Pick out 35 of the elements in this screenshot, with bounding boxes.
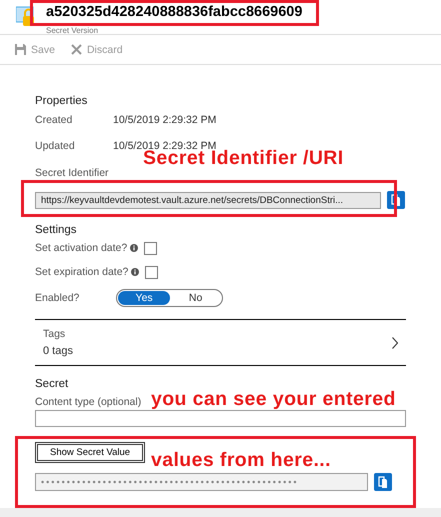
info-icon[interactable] <box>130 244 138 252</box>
tags-label: Tags <box>43 328 66 340</box>
checkbox[interactable] <box>144 242 158 254</box>
checkbox[interactable] <box>145 266 158 278</box>
field-label: Content type (optional) <box>35 396 142 408</box>
annotation-text: Secret Identifier /URI <box>143 149 344 168</box>
annotation-text: you can see your entered <box>151 390 396 410</box>
setting-label: Enabled? <box>35 292 80 304</box>
annotation-text: values from here... <box>151 451 331 470</box>
copy-button[interactable] <box>374 473 392 491</box>
tags-count: 0 tags <box>43 345 73 357</box>
chevron-right-icon <box>392 336 398 348</box>
section-heading: Properties <box>35 95 88 107</box>
copy-icon <box>378 476 388 488</box>
page-subtitle: Secret Version <box>46 26 98 35</box>
toggle-option[interactable]: No <box>170 290 222 304</box>
show-secret-value-button[interactable]: Show Secret Value <box>37 444 144 461</box>
setting-label: Set activation date? <box>35 242 128 254</box>
content-type-field[interactable] <box>35 410 406 427</box>
info-icon[interactable] <box>131 268 140 276</box>
tags-panel[interactable]: Tags 0 tags <box>35 319 406 366</box>
setting-label: Set expiration date? <box>35 266 128 278</box>
close-icon <box>70 44 82 55</box>
copy-icon <box>391 194 401 206</box>
property-label: Updated <box>35 140 76 152</box>
secret-version-title: a520325d428240888836fabcc8669609 <box>46 4 302 21</box>
toggle-option[interactable]: Yes <box>118 290 170 304</box>
secret-identifier-field[interactable]: https://keyvaultdevdemotest.vault.azure.net/secrets/DBConnectionStri... <box>35 192 381 208</box>
property-label: Created <box>35 114 74 126</box>
section-heading: Secret <box>35 378 68 390</box>
field-label: Secret Identifier <box>35 167 109 179</box>
save-icon <box>15 44 26 55</box>
section-heading: Settings <box>35 224 77 236</box>
property-value: 10/5/2019 2:29:32 PM <box>113 140 216 152</box>
property-value: 10/5/2019 2:29:32 PM <box>113 114 216 126</box>
